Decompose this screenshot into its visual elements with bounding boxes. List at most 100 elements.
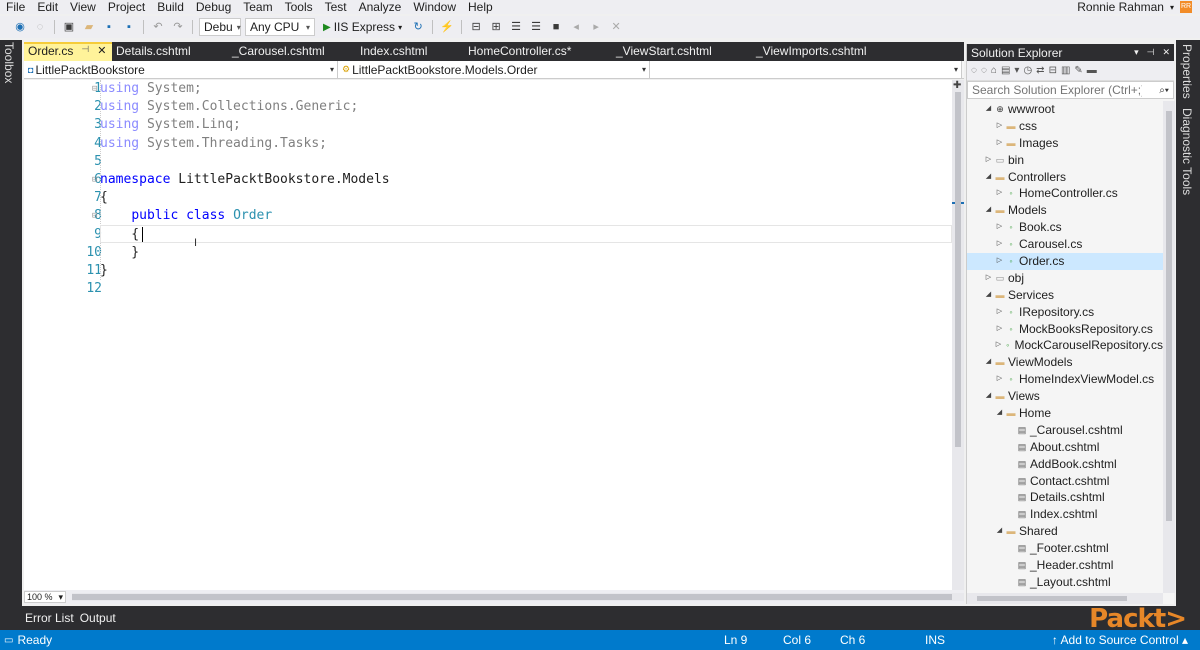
project-dropdown[interactable]: ◘ LittlePacktBookstore ▾ xyxy=(24,61,338,78)
collapsed-arrow-icon[interactable]: ▷ xyxy=(994,135,1005,152)
collapsed-arrow-icon[interactable]: ▷ xyxy=(983,152,994,169)
window-position-icon[interactable]: ▾ xyxy=(1134,47,1139,58)
tree-item[interactable]: ▷ ◦ IRepository.cs xyxy=(967,304,1163,321)
collapse-icon[interactable]: ⊟ xyxy=(92,207,97,225)
collapsed-arrow-icon[interactable]: ▷ xyxy=(994,253,1005,270)
tab--viewimports-cshtml[interactable]: _ViewImports.cshtml xyxy=(752,42,908,61)
open-file-icon[interactable]: ▰ xyxy=(81,19,97,35)
expanded-arrow-icon[interactable]: ◢ xyxy=(994,523,1005,540)
code-line[interactable]: ⊟ public class Order xyxy=(92,207,952,225)
code-line[interactable] xyxy=(100,153,952,171)
tree-item[interactable]: ◢ ▬ Models xyxy=(967,202,1163,219)
menu-tools[interactable]: Tools xyxy=(279,0,319,14)
properties-tab[interactable]: Properties xyxy=(1180,44,1194,99)
expanded-arrow-icon[interactable]: ◢ xyxy=(983,101,994,118)
menu-project[interactable]: Project xyxy=(102,0,151,14)
code-line[interactable]: } xyxy=(100,244,952,262)
bookmark-icon[interactable]: ■ xyxy=(548,19,564,35)
type-dropdown[interactable]: ⚙ LittlePacktBookstore.Models.Order ▾ xyxy=(338,61,650,78)
menu-team[interactable]: Team xyxy=(237,0,278,14)
menu-view[interactable]: View xyxy=(64,0,102,14)
properties-icon[interactable]: ✎ xyxy=(1074,65,1082,76)
tab-details-cshtml[interactable]: Details.cshtml xyxy=(112,42,228,61)
home-icon[interactable]: ⌂ xyxy=(991,65,997,76)
tree-item[interactable]: ▤ Contact.cshtml xyxy=(967,473,1163,490)
platform-dropdown[interactable]: Any CPU ▾ xyxy=(245,18,315,36)
tree-item[interactable]: ▷ ◦ HomeController.cs xyxy=(967,185,1163,202)
switch-views-icon[interactable]: ▤ xyxy=(1001,65,1010,76)
pending-changes-icon[interactable]: ◷ xyxy=(1023,65,1032,76)
browser-link-icon[interactable]: ⚡ xyxy=(439,19,455,35)
toolbox-tab[interactable]: Toolbox xyxy=(2,42,16,83)
uncomment-icon[interactable]: ☰ xyxy=(528,19,544,35)
sync-icon[interactable]: ⇄ xyxy=(1036,65,1044,76)
tree-item[interactable]: ▤ _Header.cshtml xyxy=(967,557,1163,574)
tab-order-cs[interactable]: Order.cs ⊣ ✕ xyxy=(24,42,112,61)
tab--viewstart-cshtml[interactable]: _ViewStart.cshtml xyxy=(612,42,752,61)
chevron-down-icon[interactable]: ▾ xyxy=(1014,65,1019,76)
tree-item[interactable]: ▷ ◦ Book.cs xyxy=(967,219,1163,236)
tree-item[interactable]: ▷ ▭ obj xyxy=(967,270,1163,287)
code-line[interactable]: } xyxy=(100,262,952,280)
tree-item[interactable]: ▤ _Layout.cshtml xyxy=(967,574,1163,591)
editor-horizontal-scrollbar[interactable] xyxy=(72,593,964,601)
refresh-icon[interactable]: ↻ xyxy=(410,19,426,35)
add-to-source-control-button[interactable]: ↑ Add to Source Control ▴ xyxy=(1052,633,1188,647)
redo-icon[interactable]: ↷ xyxy=(170,19,186,35)
next-bookmark-icon[interactable]: ▸ xyxy=(588,19,604,35)
tree-item[interactable]: ▷ ◦ Carousel.cs xyxy=(967,236,1163,253)
tab-error-list[interactable]: Error List xyxy=(25,611,74,625)
tab-output[interactable]: Output xyxy=(80,611,116,625)
code-line[interactable]: ⊟ namespace LittlePacktBookstore.Models xyxy=(92,171,952,189)
diagnostic-tools-tab[interactable]: Diagnostic Tools xyxy=(1180,108,1194,195)
tab-homecontroller-cs[interactable]: HomeController.cs* xyxy=(464,42,612,61)
pin-icon[interactable]: ⊣ xyxy=(1147,47,1155,58)
collapsed-arrow-icon[interactable]: ▷ xyxy=(994,321,1005,338)
user-area[interactable]: Ronnie Rahman ▾ RR xyxy=(1077,0,1192,14)
code-line[interactable]: { xyxy=(100,226,952,244)
collapsed-arrow-icon[interactable]: ▷ xyxy=(994,118,1005,135)
navigate-forward-icon[interactable]: ◌ xyxy=(32,19,48,35)
code-line[interactable]: { xyxy=(100,189,952,207)
menu-edit[interactable]: Edit xyxy=(31,0,64,14)
tree-item[interactable]: ▤ _Carousel.cshtml xyxy=(967,422,1163,439)
tree-item[interactable]: ◢ ▬ Views xyxy=(967,388,1163,405)
pin-icon[interactable]: ⊣ xyxy=(81,44,89,55)
expanded-arrow-icon[interactable]: ◢ xyxy=(983,202,994,219)
tree-item[interactable]: ▤ AddBook.cshtml xyxy=(967,456,1163,473)
undo-icon[interactable]: ↶ xyxy=(150,19,166,35)
collapse-icon[interactable]: ⊟ xyxy=(92,80,97,98)
collapse-all-icon[interactable]: ⊟ xyxy=(1049,65,1057,76)
menu-analyze[interactable]: Analyze xyxy=(353,0,408,14)
menu-help[interactable]: Help xyxy=(462,0,499,14)
code-line[interactable]: using System.Threading.Tasks; xyxy=(100,135,952,153)
tree-item[interactable]: ▷ ◦ Order.cs xyxy=(967,253,1163,270)
tree-item[interactable]: ▷ ▭ bin xyxy=(967,152,1163,169)
zoom-dropdown[interactable]: 100 % ▾ xyxy=(24,591,67,603)
menu-test[interactable]: Test xyxy=(319,0,353,14)
menu-build[interactable]: Build xyxy=(151,0,190,14)
configuration-dropdown[interactable]: Debu ▾ xyxy=(199,18,241,36)
forward-icon[interactable]: ◌ xyxy=(981,65,987,76)
tree-item[interactable]: ◢ ⊕ wwwroot xyxy=(967,101,1163,118)
tree-item[interactable]: ◢ ▬ Controllers xyxy=(967,169,1163,186)
scrollbar-thumb[interactable] xyxy=(955,92,961,447)
code-line[interactable] xyxy=(100,280,952,298)
prev-bookmark-icon[interactable]: ◂ xyxy=(568,19,584,35)
tree-item[interactable]: ▤ About.cshtml xyxy=(967,439,1163,456)
menu-file[interactable]: File xyxy=(0,0,31,14)
tree-item[interactable]: ◢ ▬ Services xyxy=(967,287,1163,304)
back-icon[interactable]: ◌ xyxy=(971,65,977,76)
expanded-arrow-icon[interactable]: ◢ xyxy=(983,388,994,405)
show-all-files-icon[interactable]: ▥ xyxy=(1061,65,1070,76)
user-avatar-icon[interactable]: RR xyxy=(1180,1,1192,13)
tree-item[interactable]: ◢ ▬ ViewModels xyxy=(967,354,1163,371)
search-icon[interactable]: ⌕▾ xyxy=(1159,85,1169,96)
collapsed-arrow-icon[interactable]: ▷ xyxy=(994,236,1005,253)
collapsed-arrow-icon[interactable]: ▷ xyxy=(983,270,994,287)
editor-vertical-scrollbar[interactable]: ✚ xyxy=(952,80,964,590)
collapse-icon[interactable]: ⊟ xyxy=(92,171,97,189)
scrollbar-thumb[interactable] xyxy=(977,596,1127,601)
navigate-back-icon[interactable]: ◉ xyxy=(12,19,28,35)
solution-search-box[interactable]: ⌕▾ xyxy=(967,81,1174,99)
